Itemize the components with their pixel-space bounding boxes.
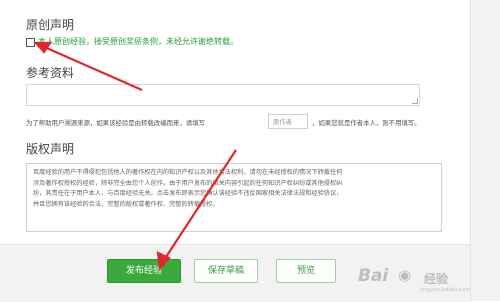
watermark-url: jingyan.baidu.com [420, 287, 471, 293]
jingyan-logo-text: 经验 [424, 272, 449, 286]
baidu-logo: Bai [358, 266, 389, 286]
arrowhead-icon [33, 41, 53, 54]
annotation-arrows [33, 41, 237, 271]
annotation-arrow-publish [163, 149, 237, 261]
paw-icon: ◉ [398, 266, 412, 284]
annotation-arrow-checkbox [41, 44, 143, 92]
